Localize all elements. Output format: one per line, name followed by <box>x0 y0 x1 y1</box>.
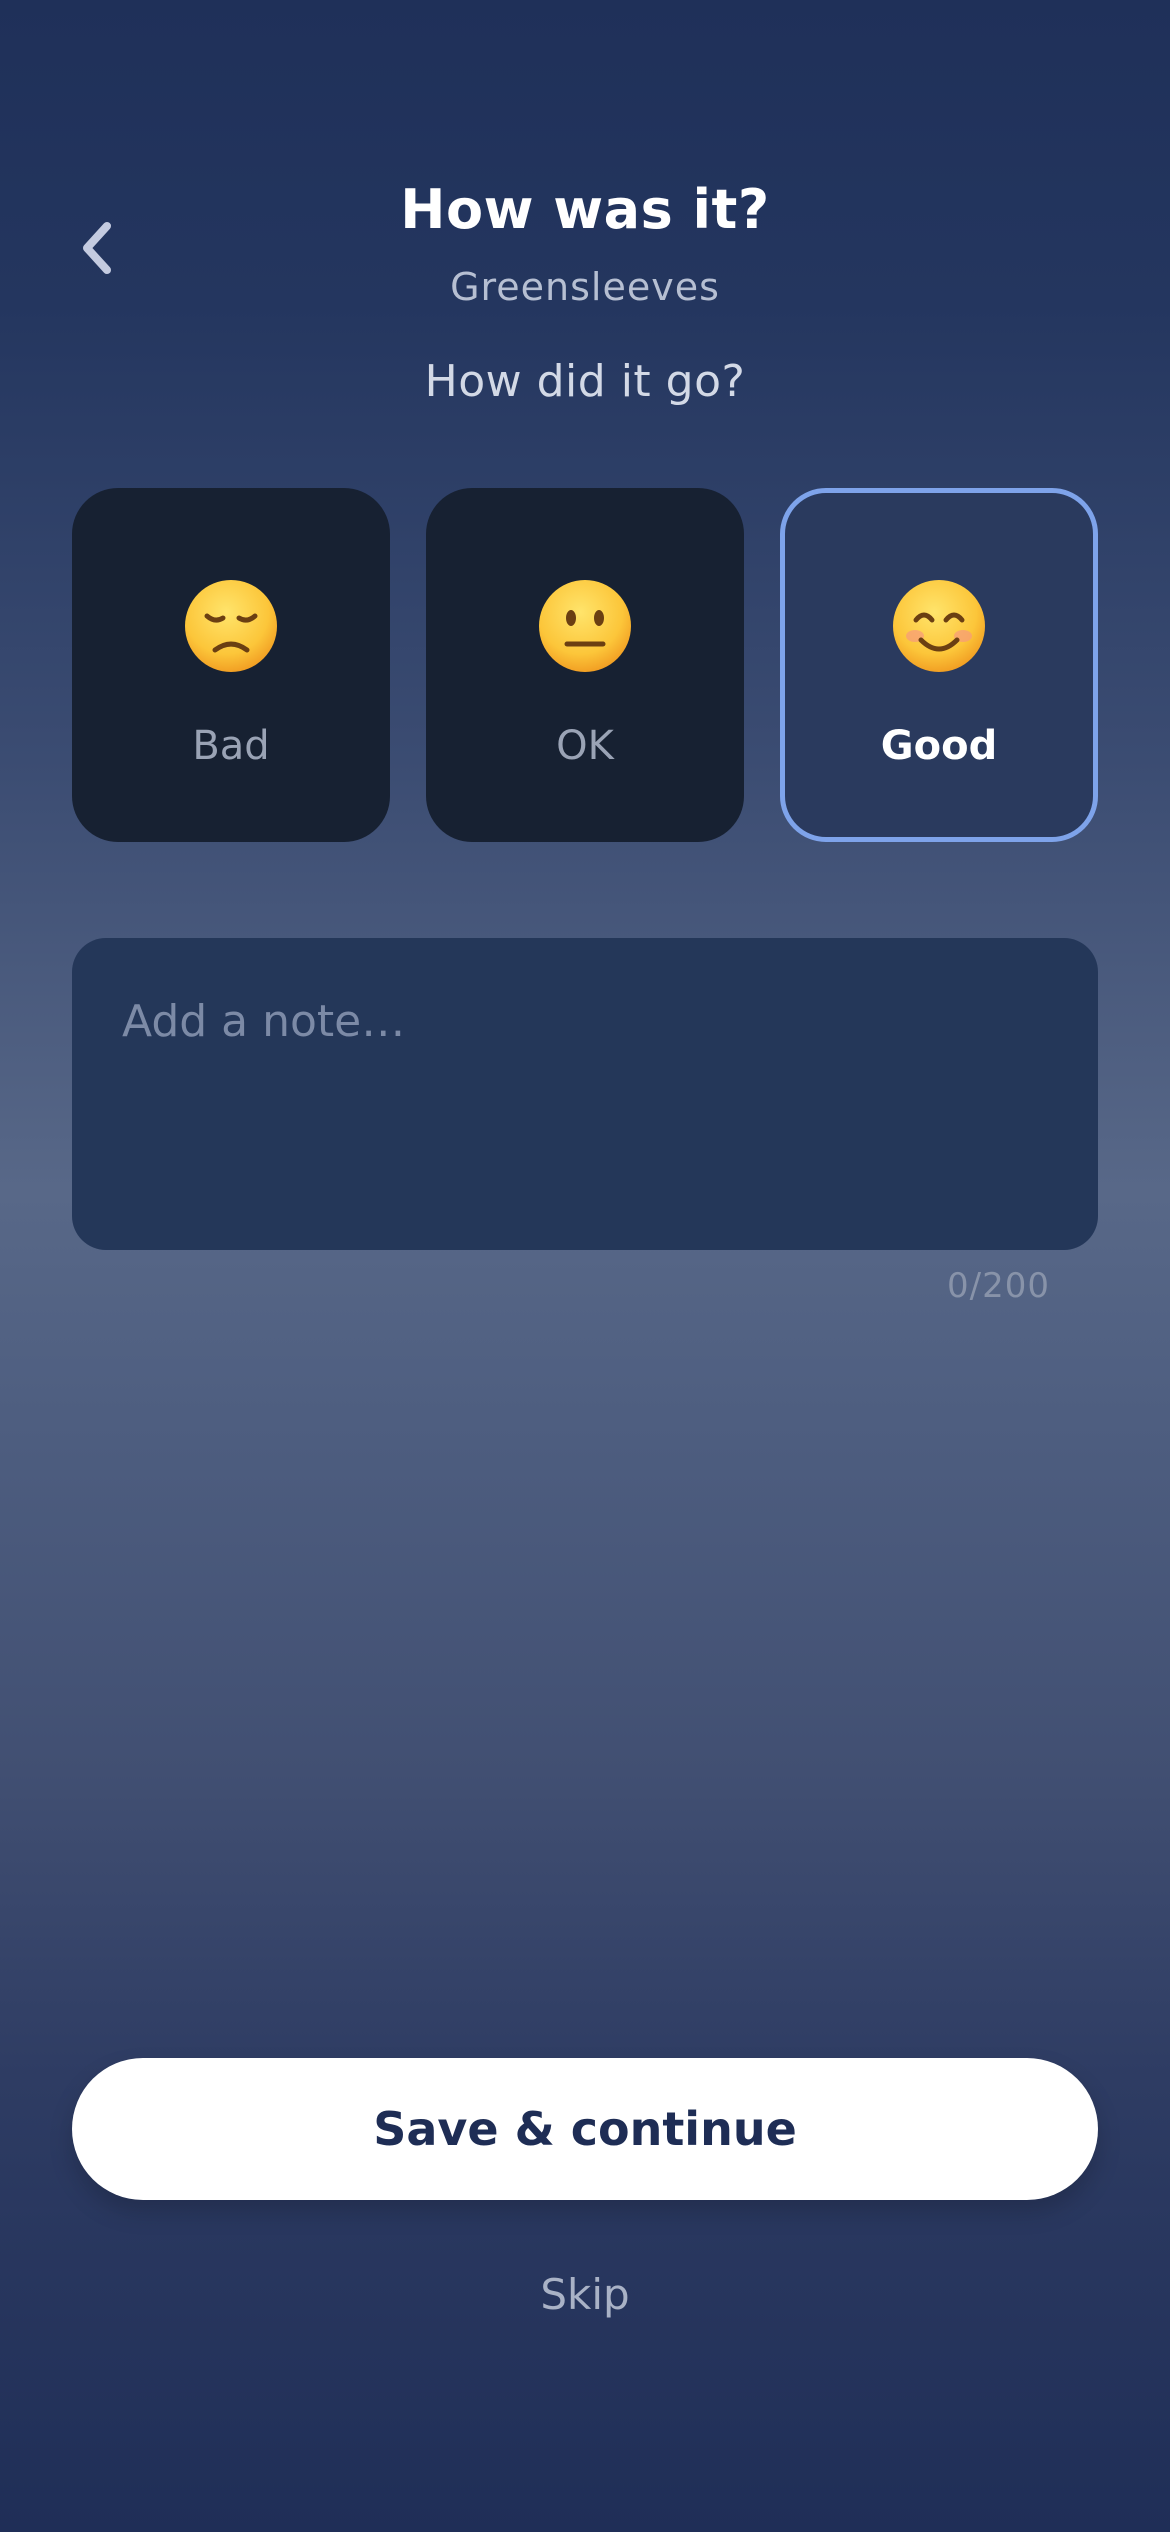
rating-label: Good <box>880 723 998 769</box>
character-counter: 0/200 <box>947 1266 1050 1306</box>
smiling-face-icon <box>785 576 1093 676</box>
rating-option-ok[interactable]: OK <box>426 488 744 842</box>
rating-option-good[interactable]: Good <box>780 488 1098 842</box>
skip-button[interactable]: Skip <box>0 2270 1170 2319</box>
neutral-face-icon <box>426 576 744 676</box>
rating-option-bad[interactable]: Bad <box>72 488 390 842</box>
page-title: How was it? <box>400 178 770 241</box>
save-continue-button[interactable]: Save & continue <box>72 2058 1098 2200</box>
note-input[interactable] <box>122 996 1048 1216</box>
disappointed-face-icon <box>72 576 390 676</box>
rating-question: How did it go? <box>424 356 746 407</box>
note-field[interactable] <box>72 938 1098 1250</box>
piece-name: Greensleeves <box>450 265 720 309</box>
rating-label: Bad <box>192 723 270 769</box>
rating-label: OK <box>556 723 614 769</box>
rating-options: Bad OK Good <box>72 488 1098 842</box>
